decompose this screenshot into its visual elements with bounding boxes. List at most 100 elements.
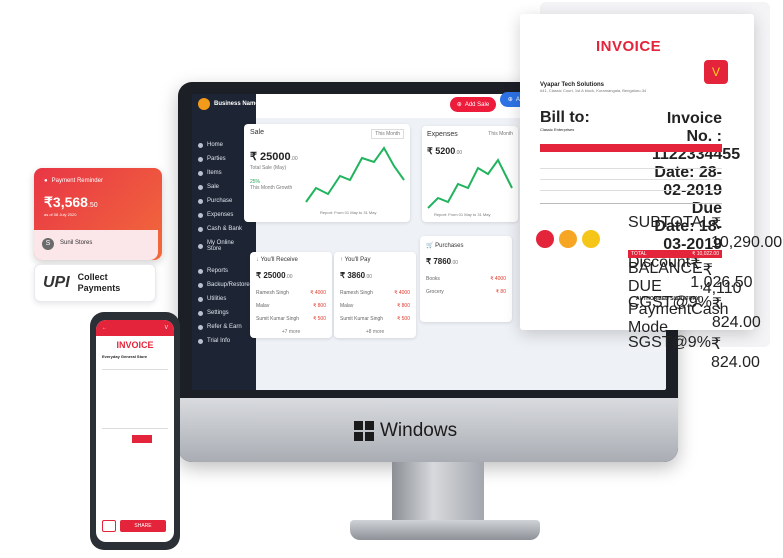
list-item[interactable]: Grocery ₹ 80 xyxy=(426,289,506,295)
receive-amount: ₹ 25000 xyxy=(256,271,286,280)
upi-label-collect: Collect xyxy=(77,272,108,282)
invoice-table-body xyxy=(540,160,722,204)
total-row-value: ₹ 824.00 xyxy=(710,336,760,371)
bell-icon: ● xyxy=(44,178,48,184)
list-item-name: Malav xyxy=(256,303,270,309)
list-item-amount: ₹ 80 xyxy=(495,289,506,295)
color-dot-orange[interactable] xyxy=(559,230,577,248)
list-item-name: Sumit Kumar Singh xyxy=(340,316,384,322)
sidebar-item-icon xyxy=(198,198,203,204)
purchases-card[interactable]: 🛒 Purchases ₹ 7860.00 Books ₹ 4000 Grocery… xyxy=(420,236,512,322)
sidebar-item-label: Backup/Restore xyxy=(207,282,250,288)
sidebar-item[interactable]: Backup/Restore xyxy=(192,278,256,292)
color-dot-red[interactable] xyxy=(536,230,554,248)
sidebar-item-label: Cash & Bank xyxy=(207,226,243,232)
receive-card[interactable]: ↓ You'll Receive ₹ 25000.00 Ramesh Singh… xyxy=(250,252,332,338)
pay-amount-decimal: .00 xyxy=(365,274,373,280)
total-value: ₹ 10,022.00 xyxy=(692,251,719,257)
receive-more[interactable]: +7 more xyxy=(250,329,332,335)
sale-card[interactable]: Sale This Month ₹ 25000.00 Total Sale (M… xyxy=(244,124,410,222)
receive-title: You'll Receive xyxy=(260,257,298,263)
phone-invoice-title: INVOICE xyxy=(116,340,154,350)
sidebar-item-icon xyxy=(198,170,203,176)
phone-total-bar xyxy=(132,435,152,443)
phone-items-table xyxy=(102,369,168,429)
sidebar-item-icon xyxy=(198,282,203,288)
print-button[interactable] xyxy=(102,520,116,532)
sidebar-item-label: Settings xyxy=(207,310,229,316)
sidebar-item-label: Refer & Earn xyxy=(207,324,242,330)
plus-icon: ⊕ xyxy=(507,97,513,103)
invoice-seller: Vyapar Tech Solutions #41, Classic Court… xyxy=(540,82,650,132)
windows-brand: Windows xyxy=(354,420,457,442)
total-label: TOTAL xyxy=(631,251,647,257)
list-item-amount: ₹ 800 xyxy=(397,303,410,309)
sidebar-item[interactable]: Reports xyxy=(192,264,256,278)
list-item[interactable]: Malav ₹ 800 xyxy=(340,303,410,309)
arrow-down-icon: ↓ xyxy=(256,257,259,263)
cart-icon: 🛒 xyxy=(426,243,434,249)
list-item[interactable]: Ramesh Singh ₹ 4000 xyxy=(340,290,410,296)
pay-more[interactable]: +8 more xyxy=(334,329,416,335)
sidebar-item-label: My Online Store xyxy=(207,240,235,252)
invoice-bill-to: Bill to: xyxy=(540,109,590,126)
sidebar-item[interactable]: Utilities xyxy=(192,292,256,306)
pay-card[interactable]: ↑ You'll Pay ₹ 3860.00 Ramesh Singh ₹ 400… xyxy=(334,252,416,338)
share-button[interactable]: SHARE xyxy=(120,520,166,532)
theme-color-dots[interactable] xyxy=(536,230,600,248)
sidebar-item-label: Home xyxy=(207,142,224,148)
sidebar-item[interactable]: Settings xyxy=(192,306,256,320)
reminder-date: as of 08 July 2020 xyxy=(44,212,77,217)
business-header[interactable]: Business Name xyxy=(198,98,259,110)
invoice-title: INVOICE xyxy=(596,38,662,55)
expenses-trend-chart xyxy=(427,158,513,209)
sidebar-item-icon xyxy=(198,324,203,330)
expenses-period-select[interactable]: This Month xyxy=(488,131,513,138)
collect-payments-card[interactable]: UPI Collect Payments xyxy=(34,264,156,302)
list-item[interactable]: Sumit Kumar Singh ₹ 500 xyxy=(340,316,410,322)
sidebar-item[interactable]: My Online Store xyxy=(192,236,256,256)
sidebar-item-icon xyxy=(198,310,203,316)
plus-icon: ⊕ xyxy=(456,102,462,108)
list-item-amount: ₹ 500 xyxy=(313,316,326,322)
list-item-name: Ramesh Singh xyxy=(340,290,373,296)
invoice-table-header xyxy=(540,144,722,152)
sidebar-item-label: Utilities xyxy=(207,296,227,302)
expenses-card[interactable]: Expenses This Month ₹ 5200.00 Report: Fr… xyxy=(422,126,518,222)
phone-store-name: Everyday General Store xyxy=(102,354,148,359)
sidebar-item[interactable]: Trial Info xyxy=(192,334,256,348)
sidebar-item-icon xyxy=(198,212,203,218)
list-item[interactable]: Malav ₹ 800 xyxy=(256,303,326,309)
sidebar-item-icon xyxy=(198,156,203,162)
expenses-title: Expenses xyxy=(427,131,458,138)
monitor-stand-base xyxy=(350,520,540,540)
purchases-amount-decimal: .00 xyxy=(451,260,459,266)
business-avatar xyxy=(198,98,210,110)
sidebar-item-icon xyxy=(198,226,203,232)
list-item-name: Sumit Kumar Singh xyxy=(256,316,300,322)
list-item[interactable]: Books ₹ 4000 xyxy=(426,276,506,282)
invoice-address: #41, Classic Court, 1st A block, Koraman… xyxy=(540,88,647,93)
list-item[interactable]: Sumit Kumar Singh ₹ 500 xyxy=(256,316,326,322)
invoice-total-bar: TOTAL ₹ 10,022.00 xyxy=(628,250,722,258)
reminder-amount-decimal: .50 xyxy=(87,202,98,209)
windows-logo-icon xyxy=(354,421,374,441)
party-avatar: S xyxy=(42,238,54,250)
sidebar-item-label: Items xyxy=(207,170,222,176)
total-row-label: SUBTOTAL xyxy=(628,214,711,231)
sidebar-item[interactable]: Refer & Earn xyxy=(192,320,256,334)
add-sale-button[interactable]: ⊕ Add Sale xyxy=(450,97,496,112)
list-item[interactable]: Ramesh Singh ₹ 4000 xyxy=(256,290,326,296)
upi-label-payments: Payments xyxy=(77,283,121,293)
payment-mode-value: Cash xyxy=(691,301,729,318)
windows-label: Windows xyxy=(380,420,458,441)
sidebar-item[interactable]: Cash & Bank xyxy=(192,222,256,236)
back-icon[interactable]: ← xyxy=(102,325,107,331)
color-dot-yellow[interactable] xyxy=(582,230,600,248)
pay-title: You'll Pay xyxy=(344,257,371,263)
sale-title: Sale xyxy=(250,129,265,136)
list-item-name: Books xyxy=(426,276,440,282)
list-item-amount: ₹ 800 xyxy=(313,303,326,309)
list-item-name: Grocery xyxy=(426,289,444,295)
sidebar-item-icon xyxy=(198,268,203,274)
